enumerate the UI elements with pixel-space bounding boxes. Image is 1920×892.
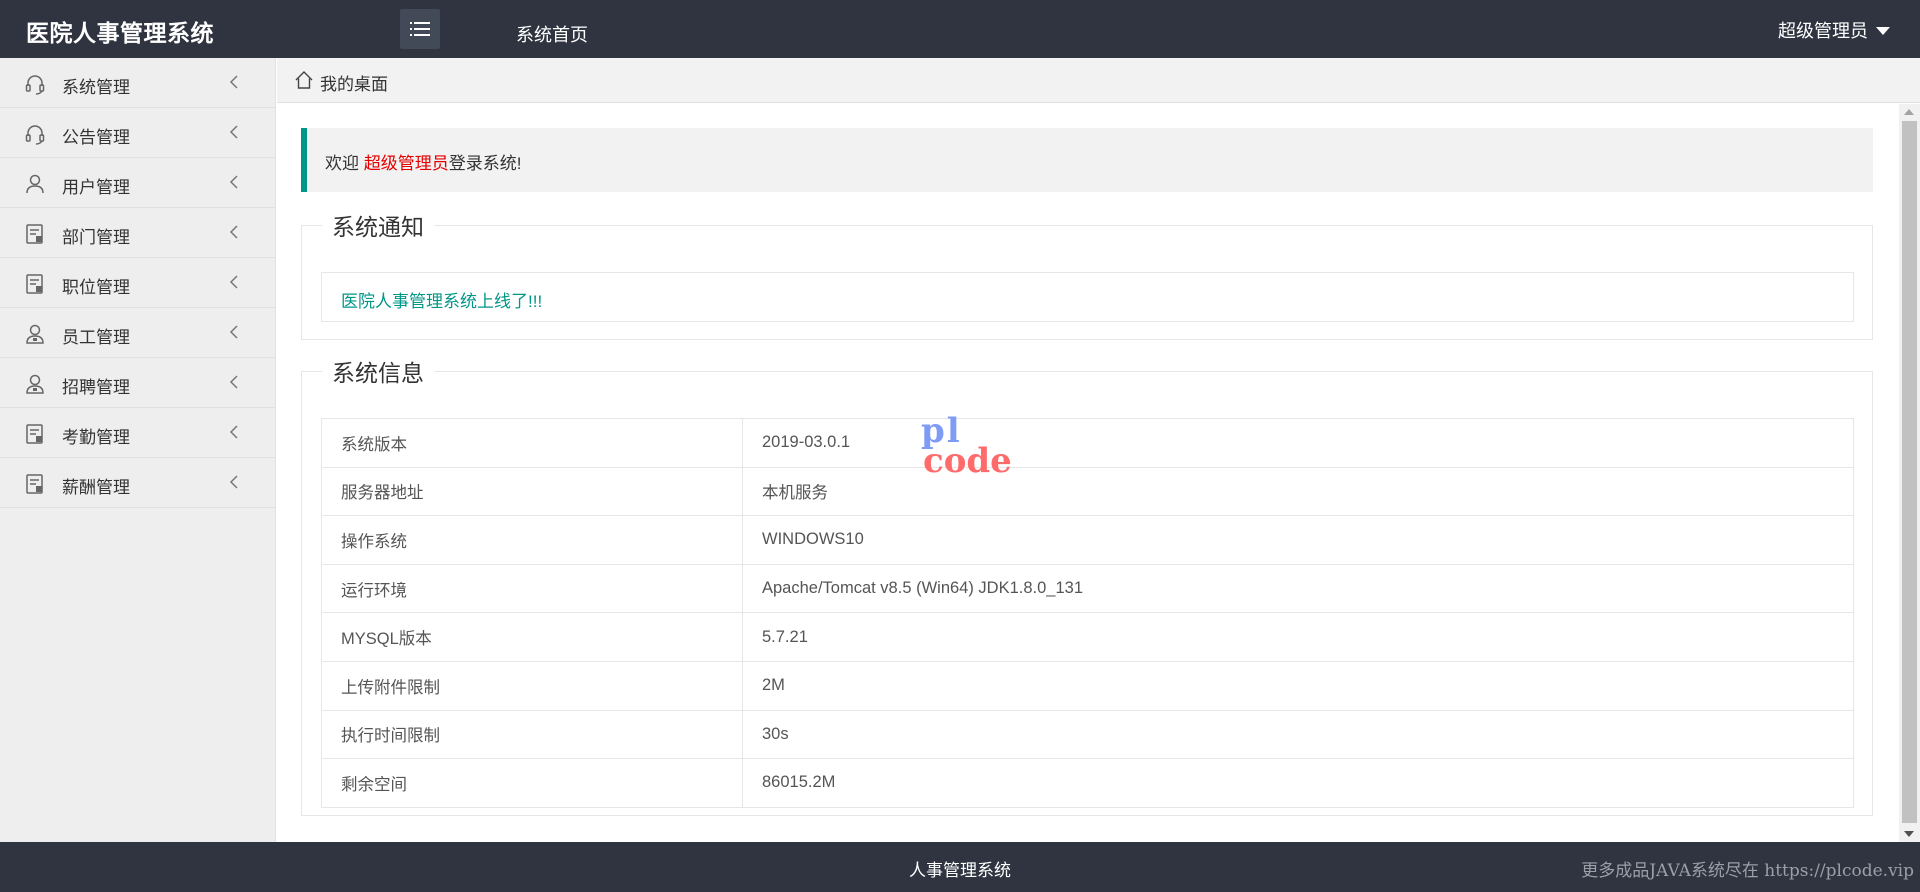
scroll-up-arrow-icon[interactable] — [1904, 109, 1914, 115]
sidebar-item-label: 职位管理 — [62, 278, 130, 297]
user-icon — [26, 174, 44, 194]
document-icon — [26, 224, 43, 244]
info-key: 剩余空间 — [321, 758, 743, 808]
sidebar-item-label: 员工管理 — [62, 328, 130, 347]
chevron-left-icon — [229, 325, 238, 339]
sidebar-item-label: 招聘管理 — [62, 378, 130, 397]
info-value: 2M — [742, 660, 1854, 711]
info-key: 服务器地址 — [321, 466, 743, 517]
table-row: 执行时间限制 30s — [321, 709, 1854, 760]
caret-down-icon — [1876, 27, 1890, 35]
notice-item: 医院人事管理系统上线了!!! — [321, 272, 1854, 322]
sidebar-item-label: 部门管理 — [62, 228, 130, 247]
user-badge-icon — [26, 324, 44, 344]
chevron-left-icon — [229, 125, 238, 139]
welcome-banner: 欢迎 超级管理员登录系统! — [301, 128, 1873, 192]
top-header: 医院人事管理系统 系统首页 超级管理员 — [0, 0, 1920, 58]
table-row: 剩余空间 86015.2M — [321, 758, 1854, 808]
home-icon — [295, 71, 313, 89]
sidebar-item-employees[interactable]: 员工管理 — [0, 308, 275, 358]
home-tab[interactable]: 系统首页 — [516, 21, 588, 47]
sidebar-item-label: 系统管理 — [62, 78, 130, 97]
scroll-down-arrow-icon[interactable] — [1904, 831, 1914, 837]
welcome-suffix: 登录系统! — [448, 154, 522, 173]
table-row: 操作系统 WINDOWS10 — [321, 515, 1854, 565]
user-menu[interactable]: 超级管理员 — [1778, 17, 1890, 43]
info-value: WINDOWS10 — [742, 515, 1854, 565]
info-value: 本机服务 — [742, 466, 1854, 517]
scrollbar-thumb[interactable] — [1902, 121, 1917, 823]
app-title: 医院人事管理系统 — [26, 20, 214, 46]
system-info-panel: 系统信息 系统版本 2019-03.0.1 服务器地址 本机服务 操作系统 WINDO… — [301, 354, 1873, 816]
info-key: 系统版本 — [321, 418, 743, 468]
info-value: Apache/Tomcat v8.5 (Win64) JDK1.8.0_131 — [742, 563, 1854, 614]
system-notice-title: 系统通知 — [332, 214, 424, 240]
sidebar: 系统管理 公告管理 用户管理 部门管理 职位管理 员工管理 招聘管理 考勤管理 — [0, 58, 276, 842]
sidebar-item-departments[interactable]: 部门管理 — [0, 208, 275, 258]
breadcrumb-current[interactable]: 我的桌面 — [320, 70, 388, 95]
welcome-user-name: 超级管理员 — [363, 154, 449, 173]
welcome-text: 欢迎 超级管理员登录系统! — [325, 149, 521, 174]
headset-icon — [25, 125, 45, 145]
sidebar-item-recruitment[interactable]: 招聘管理 — [0, 358, 275, 408]
info-key: 运行环境 — [321, 563, 743, 614]
info-key: 操作系统 — [321, 515, 743, 565]
document-icon — [26, 474, 43, 494]
info-value: 5.7.21 — [742, 612, 1854, 662]
info-key: 上传附件限制 — [321, 660, 743, 711]
info-value: 2019-03.0.1 — [742, 418, 1854, 468]
breadcrumb: 我的桌面 — [277, 58, 1920, 103]
sidebar-item-label: 用户管理 — [62, 178, 130, 197]
welcome-prefix: 欢迎 — [325, 154, 364, 173]
chevron-left-icon — [229, 475, 238, 489]
document-icon — [26, 424, 43, 444]
chevron-left-icon — [229, 175, 238, 189]
table-row: 系统版本 2019-03.0.1 — [321, 418, 1854, 468]
chevron-left-icon — [229, 75, 238, 89]
user-name: 超级管理员 — [1778, 21, 1868, 41]
sidebar-item-notice[interactable]: 公告管理 — [0, 108, 275, 158]
sidebar-item-salary[interactable]: 薪酬管理 — [0, 458, 275, 508]
headset-icon — [25, 75, 45, 95]
sidebar-item-label: 公告管理 — [62, 128, 130, 147]
sidebar-item-positions[interactable]: 职位管理 — [0, 258, 275, 308]
chevron-left-icon — [229, 425, 238, 439]
info-key: 执行时间限制 — [321, 709, 743, 760]
sidebar-item-system[interactable]: 系统管理 — [0, 58, 275, 108]
system-notice-panel: 系统通知 医院人事管理系统上线了!!! — [301, 208, 1873, 340]
sidebar-item-label: 薪酬管理 — [62, 478, 130, 497]
info-key: MYSQL版本 — [321, 612, 743, 662]
menu-toggle-button[interactable] — [400, 9, 440, 49]
table-row: MYSQL版本 5.7.21 — [321, 612, 1854, 662]
system-info-title: 系统信息 — [332, 360, 424, 386]
list-icon — [410, 22, 430, 36]
sidebar-item-attendance[interactable]: 考勤管理 — [0, 408, 275, 458]
info-value: 30s — [742, 709, 1854, 760]
chevron-left-icon — [229, 275, 238, 289]
vertical-scrollbar[interactable] — [1899, 104, 1920, 842]
sidebar-item-label: 考勤管理 — [62, 428, 130, 447]
footer-promo-watermark: 更多成品JAVA系统尽在 https://plcode.vip — [1581, 861, 1914, 881]
system-info-table: 系统版本 2019-03.0.1 服务器地址 本机服务 操作系统 WINDOWS10 … — [321, 418, 1854, 808]
info-value: 86015.2M — [742, 758, 1854, 808]
user-badge-icon — [26, 374, 44, 394]
sidebar-item-users[interactable]: 用户管理 — [0, 158, 275, 208]
chevron-left-icon — [229, 225, 238, 239]
table-row: 服务器地址 本机服务 — [321, 466, 1854, 517]
footer: 人事管理系统 更多成品JAVA系统尽在 https://plcode.vip — [0, 842, 1920, 892]
document-icon — [26, 274, 43, 294]
notice-link[interactable]: 医院人事管理系统上线了!!! — [341, 287, 542, 312]
table-row: 运行环境 Apache/Tomcat v8.5 (Win64) JDK1.8.0_… — [321, 563, 1854, 614]
table-row: 上传附件限制 2M — [321, 660, 1854, 711]
main-content: 欢迎 超级管理员登录系统! 系统通知 医院人事管理系统上线了!!! 系统信息 系… — [277, 104, 1899, 842]
chevron-left-icon — [229, 375, 238, 389]
